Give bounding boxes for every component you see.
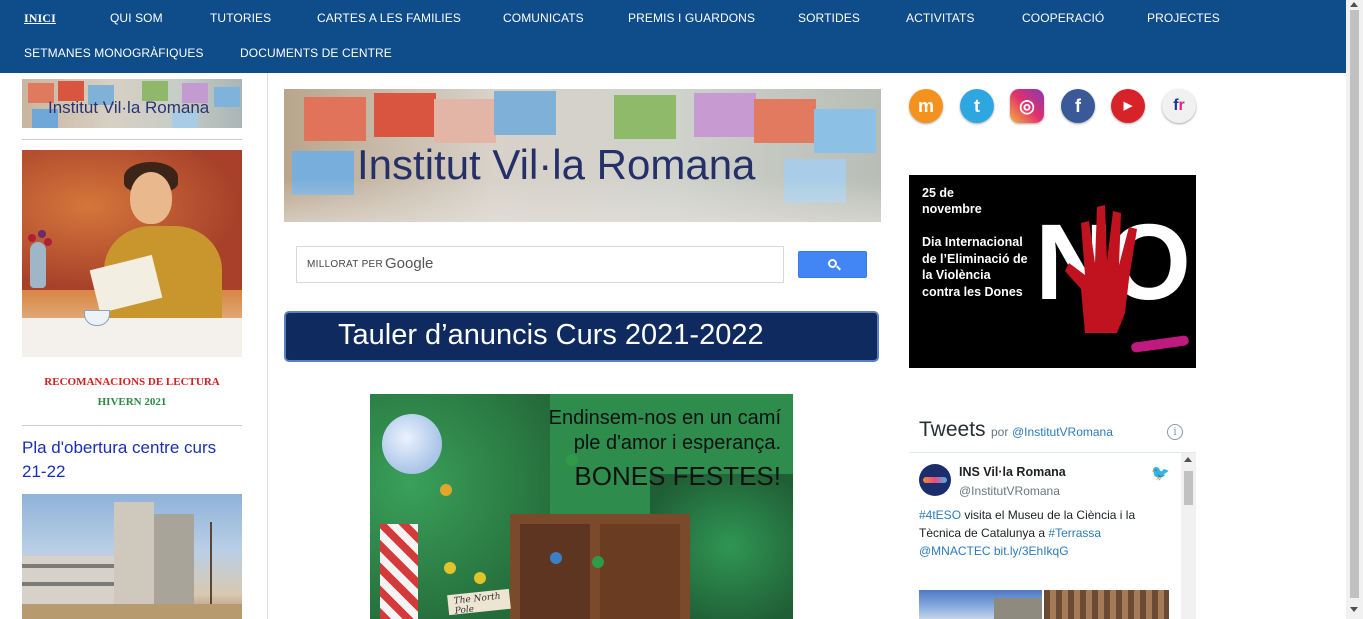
- violence-text: Dia Internacional de l’Eliminació de la …: [922, 235, 1028, 299]
- xmas-line2: ple d'amor i esperança.: [573, 432, 781, 454]
- tweet-text: #4tESO visita el Museu de la Ciència i l…: [919, 506, 1175, 560]
- enhanced-by-label: MILLORAT PER: [307, 259, 384, 270]
- tweet-photo-1[interactable]: [919, 590, 1042, 619]
- hashtag-4teso[interactable]: #4tESO: [919, 508, 961, 522]
- google-search-input[interactable]: MILLORAT PER Google: [296, 246, 784, 283]
- christmas-card-image[interactable]: The North Pole Endinsem-nos en un camí p…: [370, 394, 793, 619]
- search-button[interactable]: [798, 251, 867, 278]
- nav-comunicats[interactable]: COMUNICATS: [503, 11, 584, 25]
- tweets-handle-link[interactable]: @InstitutVRomana: [1012, 425, 1113, 439]
- small-school-banner[interactable]: Institut Vil·la Romana: [22, 79, 242, 128]
- violence-date: 25 de novembre: [922, 186, 982, 216]
- nav-inici[interactable]: INICI: [24, 11, 56, 26]
- divider: [22, 139, 242, 140]
- nav-sortides[interactable]: SORTIDES: [798, 11, 860, 25]
- small-banner-text: Institut Vil·la Romana: [48, 98, 210, 117]
- hashtag-terrassa[interactable]: #Terrassa: [1048, 526, 1101, 540]
- left-sidebar: Institut Vil·la Romana RECOMANACIONS DE …: [0, 73, 268, 619]
- notice-board-banner[interactable]: Tauler d’anuncis Curs 2021-2022: [284, 311, 879, 362]
- twitter-icon[interactable]: t: [960, 89, 994, 123]
- nav-tutories[interactable]: TUTORIES: [210, 11, 271, 25]
- ribbon-icon: [1130, 335, 1190, 353]
- tweet-account-name[interactable]: INS Vil·la Romana: [959, 465, 1066, 479]
- school-banner[interactable]: Institut Vil·la Romana: [284, 89, 881, 222]
- scroll-up-icon[interactable]: [1184, 457, 1192, 462]
- tweet-account-handle[interactable]: @InstitutVRomana: [959, 484, 1060, 498]
- instagram-icon[interactable]: ◎: [1010, 89, 1044, 123]
- mention-mnactec[interactable]: @MNACTEC: [919, 544, 991, 558]
- facebook-icon[interactable]: f: [1061, 89, 1095, 123]
- plan-obertura-link[interactable]: Pla d'obertura centre curs 21-22: [22, 436, 242, 484]
- xmas-line3: BONES FESTES!: [574, 461, 781, 491]
- nav-cartes-families[interactable]: CARTES A LES FAMILIES: [317, 11, 461, 25]
- moodle-icon[interactable]: m: [909, 89, 943, 123]
- tweets-title: Tweets: [919, 418, 986, 441]
- notice-board-title: Tauler d’anuncis Curs 2021-2022: [338, 319, 764, 351]
- twitter-bird-icon[interactable]: 🐦: [1151, 464, 1170, 482]
- scrollbar-thumb[interactable]: [1350, 10, 1359, 598]
- recommend-line2[interactable]: HIVERN 2021: [22, 396, 242, 408]
- divider: [22, 425, 242, 426]
- tweets-scrollbar[interactable]: [1181, 453, 1196, 619]
- tweet-link[interactable]: bit.ly/3EhIkqG: [994, 544, 1069, 558]
- xmas-line1: Endinsem-nos en un camí: [548, 407, 781, 429]
- tweets-scroll-thumb[interactable]: [1184, 471, 1193, 505]
- nav-activitats[interactable]: ACTIVITATS: [906, 11, 975, 25]
- nav-documents[interactable]: DOCUMENTS DE CENTRE: [240, 46, 392, 60]
- nav-premis[interactable]: PREMIS I GUARDONS: [628, 11, 755, 25]
- reading-woman-painting[interactable]: [22, 150, 242, 357]
- banner-title: Institut Vil·la Romana: [357, 141, 756, 188]
- page-scrollbar[interactable]: [1346, 0, 1363, 619]
- youtube-icon[interactable]: ▶: [1111, 89, 1145, 123]
- violence-against-women-banner[interactable]: NO 25 de novembre Dia Internacional de l…: [909, 175, 1196, 368]
- nav-projectes[interactable]: PROJECTES: [1147, 11, 1220, 25]
- recommend-line1[interactable]: RECOMANACIONS DE LECTURA: [22, 376, 242, 388]
- tweets-por: por: [991, 425, 1009, 439]
- flickr-icon[interactable]: fr: [1162, 89, 1196, 123]
- nav-setmanes[interactable]: SETMANES MONOGRÀFIQUES: [24, 46, 204, 60]
- main-nav: INICI QUI SOM TUTORIES CARTES A LES FAMI…: [0, 0, 1346, 73]
- scroll-up-icon[interactable]: [1350, 2, 1358, 7]
- nav-cooperacio[interactable]: COOPERACIÓ: [1022, 11, 1104, 25]
- xmas-message: Endinsem-nos en un camí ple d'amor i esp…: [549, 406, 781, 496]
- tweet-photo-2[interactable]: [1044, 590, 1169, 619]
- info-icon[interactable]: i: [1167, 424, 1183, 440]
- scroll-down-icon[interactable]: [1350, 607, 1358, 612]
- nav-qui-som[interactable]: QUI SOM: [110, 11, 163, 25]
- google-logo: Google: [385, 255, 434, 272]
- avatar[interactable]: [919, 464, 951, 496]
- red-hand-icon: [1065, 205, 1137, 333]
- school-building-photo[interactable]: [22, 494, 242, 619]
